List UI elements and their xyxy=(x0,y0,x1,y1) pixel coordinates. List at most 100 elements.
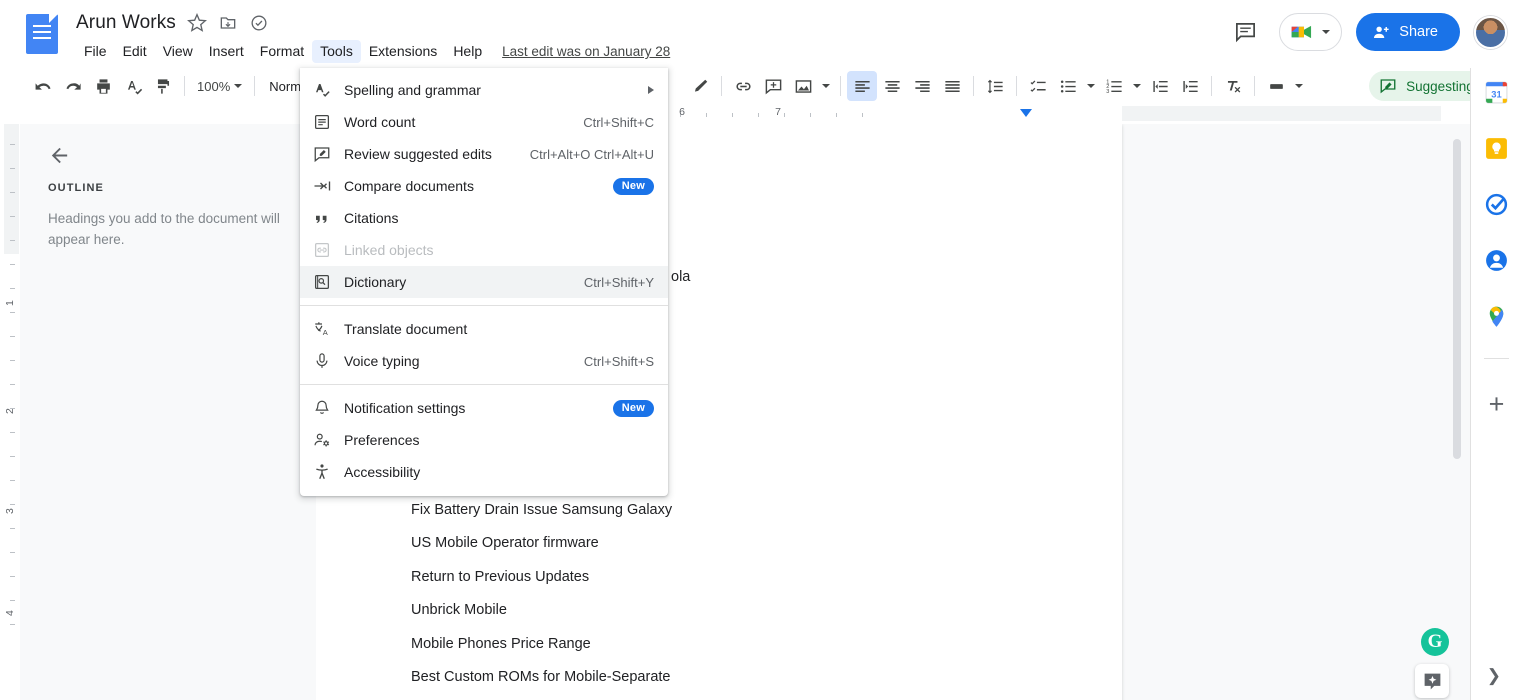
increase-indent-icon[interactable] xyxy=(1175,71,1205,101)
page-title[interactable]: Arun Works xyxy=(76,12,176,34)
menu-item-word-count[interactable]: Word count Ctrl+Shift+C xyxy=(300,106,668,138)
align-right-icon[interactable] xyxy=(907,71,937,101)
menu-item-notification-settings[interactable]: Notification settings New xyxy=(300,392,668,424)
add-comment-icon[interactable] xyxy=(758,71,788,101)
google-docs-icon[interactable] xyxy=(26,14,58,54)
toolbar-divider xyxy=(1254,76,1256,96)
insert-link-icon[interactable] xyxy=(728,71,758,101)
menu-item-shortcut: Ctrl+Shift+Y xyxy=(583,274,654,290)
menu-item-citations[interactable]: Citations xyxy=(300,202,668,234)
google-keep-icon[interactable] xyxy=(1484,136,1509,161)
spellcheck-icon[interactable] xyxy=(118,71,148,101)
spelling-grammar-icon xyxy=(300,81,344,99)
menu-item-voice-typing[interactable]: Voice typing Ctrl+Shift+S xyxy=(300,345,668,377)
doc-line[interactable]: Unbrick Mobile xyxy=(411,602,507,618)
word-count-icon xyxy=(300,113,344,131)
more-options-icon[interactable] xyxy=(1261,71,1291,101)
last-edit-link[interactable]: Last edit was on January 28 xyxy=(502,44,670,59)
align-justify-icon[interactable] xyxy=(937,71,967,101)
redo-icon[interactable] xyxy=(58,71,88,101)
svg-text:31: 31 xyxy=(1491,90,1501,100)
paint-format-icon[interactable] xyxy=(148,71,178,101)
menu-help[interactable]: Help xyxy=(445,40,490,63)
menu-item-label: Linked objects xyxy=(344,242,434,258)
scrollbar-thumb[interactable] xyxy=(1453,139,1461,459)
more-options-caret[interactable] xyxy=(1291,71,1307,101)
align-center-icon[interactable] xyxy=(877,71,907,101)
checklist-icon[interactable] xyxy=(1023,71,1053,101)
numbered-list-caret[interactable] xyxy=(1129,71,1145,101)
grammarly-icon[interactable]: G xyxy=(1421,628,1449,656)
chevron-right-icon[interactable]: ❯ xyxy=(1487,666,1501,686)
vertical-scrollbar[interactable] xyxy=(1451,124,1463,700)
highlight-color-icon[interactable] xyxy=(685,71,715,101)
explore-sparkle-icon[interactable] xyxy=(1415,664,1449,698)
menu-item-preferences[interactable]: Preferences xyxy=(300,424,668,456)
menu-item-shortcut: Ctrl+Shift+S xyxy=(583,353,654,369)
align-left-icon[interactable] xyxy=(847,71,878,101)
menu-format[interactable]: Format xyxy=(252,40,312,63)
compare-documents-icon xyxy=(300,177,344,195)
right-indent-marker[interactable] xyxy=(1020,109,1032,117)
decrease-indent-icon[interactable] xyxy=(1145,71,1175,101)
menu-item-label: Spelling and grammar xyxy=(344,82,481,98)
print-icon[interactable] xyxy=(88,71,118,101)
preferences-icon xyxy=(300,431,344,449)
comment-history-icon[interactable] xyxy=(1225,12,1265,52)
back-arrow-icon[interactable] xyxy=(48,144,71,172)
google-meet-icon[interactable] xyxy=(1279,13,1343,51)
line-spacing-icon[interactable] xyxy=(980,71,1010,101)
bulleted-list-icon[interactable] xyxy=(1053,71,1083,101)
citations-icon xyxy=(300,209,344,227)
doc-text-partial[interactable]: ola xyxy=(671,269,690,285)
menu-item-spelling-and-grammar[interactable]: Spelling and grammar xyxy=(300,74,668,106)
insert-image-icon[interactable] xyxy=(788,71,818,101)
doc-line[interactable]: Return to Previous Updates xyxy=(411,569,589,585)
google-calendar-icon[interactable]: 31 xyxy=(1484,80,1509,105)
menu-item-label: Translate document xyxy=(344,321,468,337)
doc-line[interactable]: Mobile Phones Price Range xyxy=(411,636,591,652)
avatar[interactable] xyxy=(1474,15,1507,49)
document-outline-panel: OUTLINE Headings you add to the document… xyxy=(20,124,316,700)
doc-line[interactable]: Fix Battery Drain Issue Samsung Galaxy xyxy=(411,502,672,518)
menu-divider xyxy=(300,384,668,385)
vertical-ruler[interactable]: 1 2 3 4 xyxy=(0,124,20,700)
toolbar-divider xyxy=(721,76,723,96)
google-maps-icon[interactable] xyxy=(1484,304,1509,329)
header-actions: Share xyxy=(1225,12,1507,52)
menu-item-review-suggested-edits[interactable]: Review suggested edits Ctrl+Alt+O Ctrl+A… xyxy=(300,138,668,170)
bulleted-list-caret[interactable] xyxy=(1083,71,1099,101)
undo-icon[interactable] xyxy=(28,71,58,101)
doc-line[interactable]: US Mobile Operator firmware xyxy=(411,535,599,551)
menu-item-linked-objects: Linked objects xyxy=(300,234,668,266)
doc-line[interactable]: Best Custom ROMs for Mobile-Separate xyxy=(411,669,670,685)
google-contacts-icon[interactable] xyxy=(1484,248,1509,273)
editing-mode-label: Suggesting xyxy=(1406,78,1474,94)
numbered-list-icon[interactable]: 123 xyxy=(1099,71,1129,101)
menu-view[interactable]: View xyxy=(155,40,201,63)
share-button[interactable]: Share xyxy=(1356,13,1460,51)
tools-dropdown-menu[interactable]: Spelling and grammar Word count Ctrl+Shi… xyxy=(300,68,668,496)
menu-item-label: Review suggested edits xyxy=(344,146,492,162)
menu-item-compare-documents[interactable]: Compare documents New xyxy=(300,170,668,202)
menu-item-label: Citations xyxy=(344,210,399,226)
menu-tools[interactable]: Tools xyxy=(312,40,361,63)
menu-edit[interactable]: Edit xyxy=(115,40,155,63)
clear-formatting-icon[interactable] xyxy=(1218,71,1248,101)
zoom-control[interactable]: 100% xyxy=(191,75,248,98)
share-person-icon xyxy=(1374,26,1389,38)
menu-item-translate-document[interactable]: A Translate document xyxy=(300,313,668,345)
move-to-folder-icon[interactable] xyxy=(218,13,238,33)
get-add-ons-icon[interactable]: + xyxy=(1484,391,1509,418)
menu-item-dictionary[interactable]: Dictionary Ctrl+Shift+Y xyxy=(300,266,668,298)
outline-empty-message: Headings you add to the document will ap… xyxy=(48,211,280,247)
menu-extensions[interactable]: Extensions xyxy=(361,40,445,63)
menu-file[interactable]: File xyxy=(76,40,115,63)
image-options-caret[interactable] xyxy=(818,71,834,101)
chevron-down-icon xyxy=(1322,30,1331,34)
menu-insert[interactable]: Insert xyxy=(201,40,252,63)
cloud-saved-icon[interactable] xyxy=(249,13,269,33)
google-tasks-icon[interactable] xyxy=(1484,192,1509,217)
menu-item-accessibility[interactable]: Accessibility xyxy=(300,456,668,488)
star-icon[interactable] xyxy=(186,13,207,33)
